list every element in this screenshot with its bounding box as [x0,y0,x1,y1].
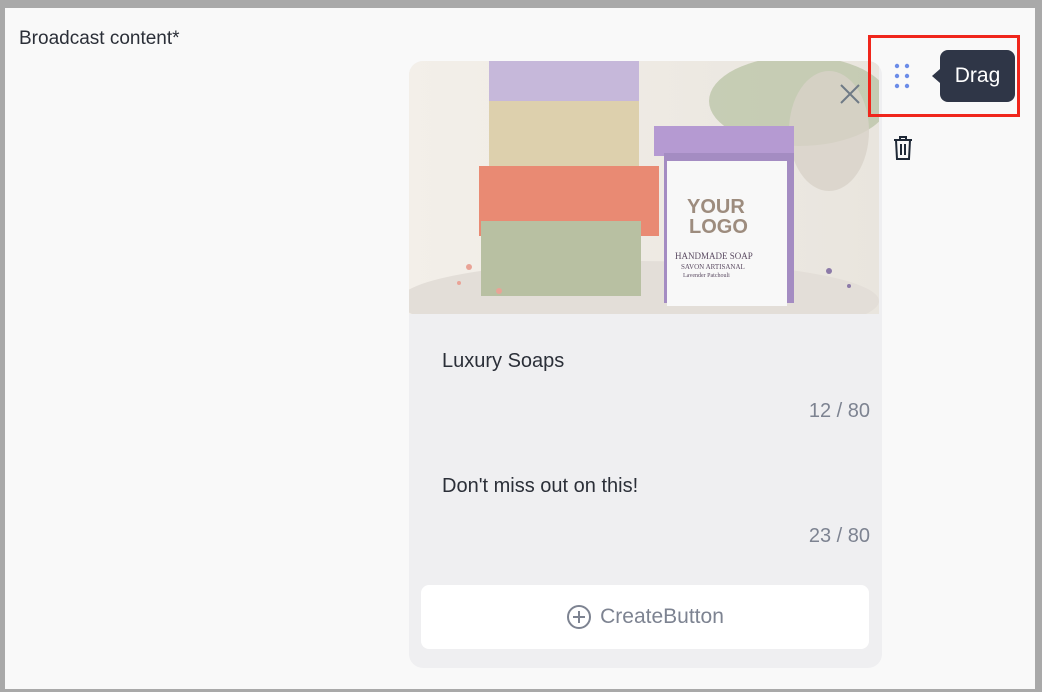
close-icon[interactable] [837,81,863,107]
label-text-2: SAVON ARTISANAL [681,263,745,271]
product-image: YOUR LOGO HANDMADE SOAP SAVON ARTISANAL … [409,61,879,314]
label-text-3: Lavender Patchouli [683,273,730,279]
label-text-1: HANDMADE SOAP [675,251,753,261]
trash-icon[interactable] [891,134,915,162]
create-button-label: CreateButton [600,605,724,628]
body-text[interactable]: Don't miss out on this! [442,475,638,498]
annotation-highlight [868,35,1020,117]
body-char-count: 23 / 80 [808,525,870,547]
logo-text-2: LOGO [689,216,748,238]
broadcast-card: YOUR LOGO HANDMADE SOAP SAVON ARTISANAL … [409,61,882,668]
logo-text-1: YOUR [687,196,745,218]
plus-circle-icon [567,605,592,629]
content-panel: Broadcast content* YOUR LOGO HANDMADE SO… [5,8,1035,689]
title-text[interactable]: Luxury Soaps [442,350,564,373]
create-button[interactable]: CreateButton [421,585,869,649]
section-label: Broadcast content* [19,28,180,49]
title-char-count: 12 / 80 [808,400,870,422]
